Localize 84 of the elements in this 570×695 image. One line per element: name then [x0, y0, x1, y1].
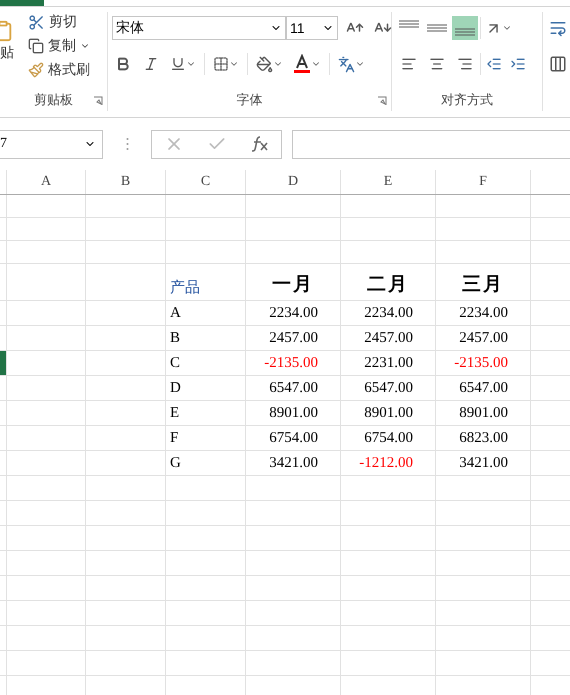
empty-cell	[530, 426, 570, 451]
table-cell: 2231.00	[340, 351, 435, 376]
paste-button[interactable]: 贴	[0, 44, 14, 62]
empty-cell	[530, 241, 570, 264]
empty-cell	[530, 651, 570, 676]
dialog-launcher-icon[interactable]	[93, 96, 103, 106]
underline-icon	[170, 56, 186, 72]
empty-cell	[530, 326, 570, 351]
table-cell: 3421.00	[435, 451, 530, 476]
copy-button[interactable]: 复制	[28, 36, 90, 56]
group-label: 字体	[236, 92, 264, 110]
table-cell: A	[165, 301, 245, 326]
table-cell: -1212.00	[340, 451, 435, 476]
table-cell: 产品	[165, 264, 245, 301]
table-cell: 6823.00	[435, 426, 530, 451]
empty-cell	[530, 401, 570, 426]
empty-cell	[530, 376, 570, 401]
border-icon	[213, 56, 229, 72]
table-cell: 2234.00	[340, 301, 435, 326]
paintbrush-icon	[28, 62, 44, 78]
group-label: 对齐方式	[440, 92, 494, 110]
vertical-align-button[interactable]	[452, 16, 478, 40]
font-name-field[interactable]: 宋体	[112, 16, 286, 40]
table-cell: 一月	[245, 264, 340, 301]
table-cell: 6547.00	[340, 376, 435, 401]
table-cell: D	[165, 376, 245, 401]
align-lines-icon	[427, 24, 447, 32]
table-cell: 2457.00	[435, 326, 530, 351]
table-cell: 2457.00	[340, 326, 435, 351]
column-header[interactable]: F	[435, 170, 530, 194]
table-cell: 三月	[435, 264, 530, 301]
empty-cell	[530, 576, 570, 601]
font-size-field[interactable]: 11	[286, 16, 338, 40]
paint-bucket-icon	[256, 56, 273, 72]
table-cell: 8901.00	[435, 401, 530, 426]
empty-cell	[530, 626, 570, 651]
empty-cell	[530, 264, 570, 301]
table-cell: G	[165, 451, 245, 476]
table-cell: 6547.00	[245, 376, 340, 401]
column-header[interactable]: C	[165, 170, 245, 194]
empty-cell	[530, 526, 570, 551]
group-label: 剪贴板	[33, 92, 74, 110]
table-cell: 2234.00	[245, 301, 340, 326]
table-cell: F	[165, 426, 245, 451]
cut-button[interactable]: 剪切	[28, 12, 90, 32]
copy-icon	[28, 38, 44, 54]
table-cell: 6547.00	[435, 376, 530, 401]
table-cell: -2135.00	[435, 351, 530, 376]
column-header[interactable]: A	[6, 170, 85, 194]
phonetic-icon	[338, 56, 355, 72]
dialog-launcher-icon[interactable]	[377, 96, 387, 106]
empty-cell	[530, 301, 570, 326]
formula-field[interactable]	[292, 130, 570, 158]
table-cell: E	[165, 401, 245, 426]
empty-cell	[530, 451, 570, 476]
align-lines-icon	[455, 28, 475, 36]
empty-cell	[530, 218, 570, 241]
function-icon[interactable]	[250, 134, 270, 154]
font-color-icon	[293, 54, 311, 74]
table-cell: C	[165, 351, 245, 376]
empty-cell	[530, 601, 570, 626]
table-cell: 6754.00	[245, 426, 340, 451]
more-icon	[126, 137, 128, 151]
empty-cell	[530, 476, 570, 501]
table-cell: 8901.00	[340, 401, 435, 426]
table-cell: B	[165, 326, 245, 351]
empty-cell	[530, 551, 570, 576]
column-header[interactable]: D	[245, 170, 340, 194]
table-cell: 二月	[340, 264, 435, 301]
align-lines-icon	[399, 20, 419, 28]
table-cell: 2234.00	[435, 301, 530, 326]
column-header[interactable]: B	[85, 170, 165, 194]
empty-cell	[530, 351, 570, 376]
table-cell: 2457.00	[245, 326, 340, 351]
table-cell: 8901.00	[245, 401, 340, 426]
table-cell: 3421.00	[245, 451, 340, 476]
name-box[interactable]: 7	[0, 130, 103, 158]
empty-cell	[530, 195, 570, 218]
column-header[interactable]: E	[340, 170, 435, 194]
table-cell: 6754.00	[340, 426, 435, 451]
format-painter-button[interactable]: 格式刷	[28, 60, 90, 80]
empty-cell	[530, 501, 570, 526]
scissors-icon	[28, 14, 45, 30]
table-cell: -2135.00	[245, 351, 340, 376]
